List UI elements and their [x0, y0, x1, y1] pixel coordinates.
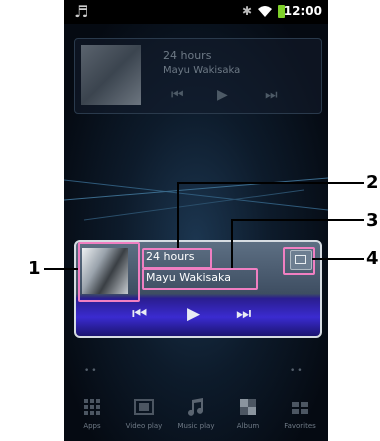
- wifi-icon: [258, 6, 272, 17]
- music-note-icon: [188, 398, 203, 416]
- status-clock: 12:00: [283, 4, 322, 18]
- dock-item-favorites[interactable]: Favorites: [278, 388, 322, 441]
- callout-line-2-vertical: [177, 182, 179, 248]
- dock-label-video-play: Video play: [125, 422, 163, 430]
- callout-number-1: 1: [28, 258, 41, 279]
- wallpaper-streaks: [64, 177, 328, 221]
- play-button[interactable]: ▶: [187, 304, 200, 324]
- background-play-icon: ▶: [217, 87, 228, 103]
- background-track-title: 24 hours: [163, 49, 212, 62]
- film-icon: [134, 399, 154, 415]
- dock-item-album[interactable]: Album: [226, 388, 270, 441]
- background-artist-name: Mayu Wakisaka: [163, 65, 241, 76]
- artist-name: Mayu Wakisaka: [146, 271, 231, 284]
- callout-number-2: 2: [366, 172, 379, 193]
- page-indicator-left: ••: [84, 366, 99, 376]
- callout-line-4: [312, 258, 364, 260]
- apps-grid-icon: [84, 399, 100, 415]
- display-mode-button[interactable]: [290, 250, 312, 270]
- album-icon: [240, 399, 256, 415]
- callout-number-4: 4: [366, 248, 379, 269]
- background-album-art: [81, 45, 141, 105]
- dock-item-music-play[interactable]: Music play: [174, 388, 218, 441]
- background-next-icon: ⏭: [265, 87, 278, 103]
- page-indicator-right: ••: [290, 366, 305, 376]
- playback-controls: ⏮ ▶ ⏭: [76, 304, 320, 330]
- app-dock: Apps Video play Music play Album Favorit…: [64, 388, 328, 441]
- dock-label-album: Album: [236, 422, 260, 430]
- dock-label-favorites: Favorites: [284, 422, 316, 430]
- dock-item-apps[interactable]: Apps: [70, 388, 114, 441]
- status-bar: ♬ ✱ 12:00: [64, 0, 328, 24]
- dock-label-apps: Apps: [83, 422, 101, 430]
- callout-line-3: [232, 219, 364, 221]
- callout-number-3: 3: [366, 210, 379, 231]
- next-track-button[interactable]: ⏭: [236, 304, 251, 324]
- dock-item-video-play[interactable]: Video play: [122, 388, 166, 441]
- dock-label-music-play: Music play: [177, 422, 215, 430]
- music-widget[interactable]: 24 hours Mayu Wakisaka ⏮ ▶ ⏭: [74, 240, 322, 338]
- bluetooth-icon: ✱: [242, 4, 253, 18]
- album-art[interactable]: [82, 248, 128, 294]
- callout-line-3-vertical: [231, 219, 233, 268]
- favorites-icon: [292, 402, 308, 414]
- track-title: 24 hours: [146, 250, 195, 263]
- previous-track-button[interactable]: ⏮: [132, 304, 147, 324]
- music-note-icon: ♬: [74, 2, 89, 21]
- callout-line-1: [44, 268, 78, 270]
- callout-line-2: [178, 182, 364, 184]
- background-previous-icon: ⏮: [171, 87, 184, 103]
- background-music-widget: 24 hours Mayu Wakisaka ⏮ ▶ ⏭: [74, 38, 322, 114]
